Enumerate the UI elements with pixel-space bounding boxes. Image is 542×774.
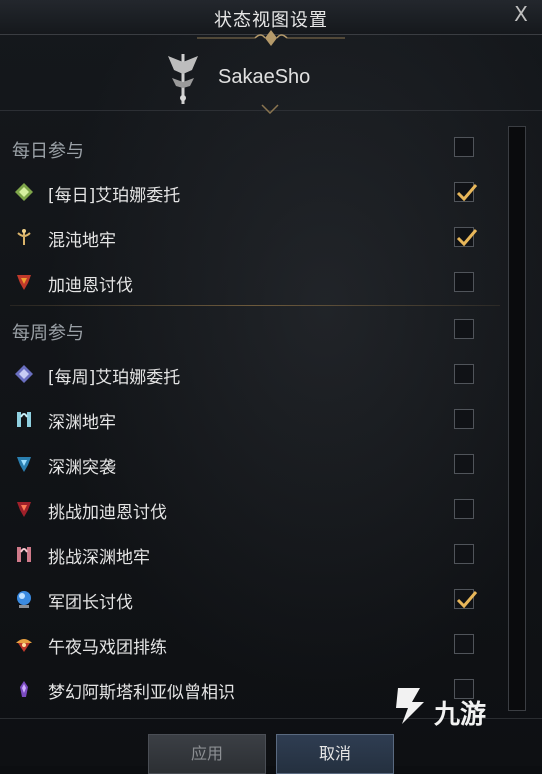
- dream-icon: [20, 681, 28, 697]
- section-divider: [10, 305, 500, 306]
- section-title: 每日参与: [12, 141, 84, 162]
- item-label: 午夜马戏团排练: [48, 638, 167, 658]
- watermark-text: 九游: [434, 700, 487, 730]
- scrollbar[interactable]: [508, 126, 526, 711]
- item-checkbox[interactable]: [454, 364, 474, 384]
- list-item[interactable]: 挑战深渊地牢: [0, 534, 500, 574]
- list-item[interactable]: 军团长讨伐: [0, 579, 500, 619]
- list-item[interactable]: [每日]艾珀娜委托: [0, 172, 500, 212]
- section-checkbox[interactable]: [454, 319, 474, 339]
- character-header: SakaeSho: [0, 48, 542, 114]
- item-label: [每周]艾珀娜委托: [48, 368, 181, 388]
- abyss-raid-icon: [17, 457, 31, 472]
- list-item[interactable]: 午夜马戏团排练: [0, 624, 500, 664]
- challenge-guardian-icon: [17, 502, 31, 517]
- section-title: 每周参与: [12, 323, 84, 344]
- item-checkbox[interactable]: [454, 544, 474, 564]
- challenge-abyss-icon: [17, 547, 31, 562]
- list-item[interactable]: 加迪恩讨伐: [0, 262, 500, 302]
- item-checkbox[interactable]: [454, 409, 474, 429]
- list-item[interactable]: [每周]艾珀娜委托: [0, 354, 500, 394]
- item-checkbox[interactable]: [454, 182, 478, 202]
- abyss-dungeon-icon: [17, 412, 31, 427]
- item-label: [每日]艾珀娜委托: [48, 186, 181, 206]
- item-checkbox[interactable]: [454, 272, 474, 292]
- diamond-emblem-icon: [15, 183, 33, 201]
- item-checkbox[interactable]: [454, 634, 474, 654]
- status-view-settings-dialog: 状态视图设置 X SakaeSho 每日参与 [每日]艾珀娜委托 混沌地牢 加迪…: [0, 0, 542, 774]
- section-checkbox[interactable]: [454, 137, 474, 157]
- close-button[interactable]: X: [510, 3, 532, 25]
- list-item[interactable]: 深渊突袭: [0, 444, 500, 484]
- list-item[interactable]: 混沌地牢: [0, 217, 500, 257]
- diamond-emblem-icon: [15, 365, 33, 383]
- checkmark-icon: [456, 591, 478, 609]
- item-label: 深渊突袭: [48, 458, 116, 478]
- guardian-raid-icon: [17, 275, 31, 290]
- item-checkbox[interactable]: [454, 454, 474, 474]
- checkmark-icon: [456, 184, 478, 202]
- section-header-weekly[interactable]: 每周参与: [0, 309, 500, 349]
- item-label: 深渊地牢: [48, 413, 116, 433]
- list-item[interactable]: 深渊地牢: [0, 399, 500, 439]
- item-label: 挑战深渊地牢: [48, 548, 150, 568]
- item-label: 梦幻阿斯塔利亚似曾相识: [48, 683, 235, 703]
- cancel-button[interactable]: 取消: [276, 734, 394, 774]
- item-checkbox[interactable]: [454, 227, 478, 247]
- character-name: SakaeSho: [218, 66, 311, 88]
- item-label: 军团长讨伐: [48, 593, 133, 613]
- circus-icon: [16, 639, 32, 652]
- checkmark-icon: [456, 229, 478, 247]
- item-label: 挑战加迪恩讨伐: [48, 503, 167, 523]
- chaos-dungeon-icon: [17, 229, 31, 245]
- item-label: 混沌地牢: [48, 231, 116, 251]
- list-item[interactable]: 挑战加迪恩讨伐: [0, 489, 500, 529]
- item-checkbox[interactable]: [454, 499, 474, 519]
- section-header-daily[interactable]: 每日参与: [0, 127, 500, 167]
- item-label: 加迪恩讨伐: [48, 276, 133, 296]
- item-checkbox[interactable]: [454, 589, 478, 609]
- chevron-down-icon: [261, 104, 279, 114]
- class-emblem-icon: [168, 54, 198, 104]
- apply-button[interactable]: 应用: [148, 734, 266, 774]
- title-ornament-icon: [197, 30, 345, 46]
- legion-commander-icon: [17, 591, 31, 608]
